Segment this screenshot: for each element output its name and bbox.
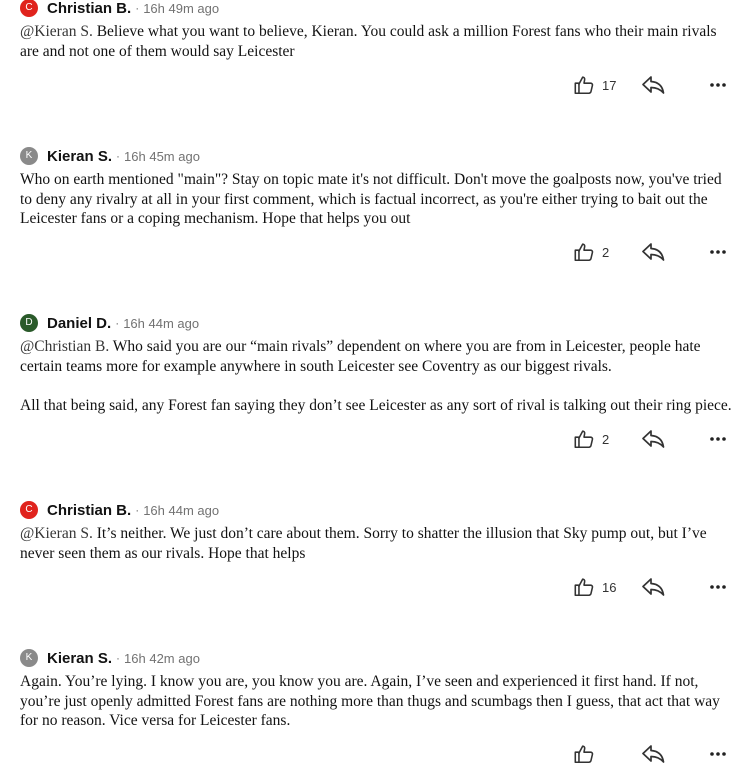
author-name[interactable]: Kieran S. [47, 148, 112, 165]
reply-button[interactable] [641, 428, 665, 450]
comment-actions: 17 [573, 74, 735, 98]
reply-arrow-icon [641, 74, 665, 96]
comment-text: Again. You’re lying. I know you are, you… [20, 673, 720, 729]
comment-header: K Kieran S. · 16h 45m ago [20, 146, 200, 166]
comment-body: Who on earth mentioned "main"? Stay on t… [20, 170, 735, 229]
comment-header: C Christian B. · 16h 44m ago [20, 500, 219, 520]
comment-actions: 2 [573, 428, 735, 452]
author-name[interactable]: Kieran S. [47, 650, 112, 667]
mention-link[interactable]: @Kieran S. [20, 23, 93, 40]
avatar[interactable]: C [20, 501, 38, 519]
reply-arrow-icon [641, 743, 665, 765]
like-button[interactable]: 17 [573, 74, 616, 96]
thumbs-up-icon [573, 743, 595, 765]
comment-header: K Kieran S. · 16h 42m ago [20, 648, 200, 668]
comment-paragraph: Who on earth mentioned "main"? Stay on t… [20, 170, 735, 229]
more-dots-icon [709, 576, 727, 598]
author-name[interactable]: Christian B. [47, 502, 131, 519]
reply-button[interactable] [641, 576, 665, 598]
timestamp: 16h 49m ago [143, 0, 220, 16]
reply-button[interactable] [641, 241, 665, 263]
like-count: 17 [602, 77, 617, 93]
avatar[interactable]: K [20, 649, 38, 667]
more-dots-icon [709, 743, 727, 765]
thumbs-up-icon [573, 428, 595, 450]
reply-arrow-icon [641, 241, 665, 263]
thumbs-up-icon [573, 241, 595, 263]
comment-text: It’s neither. We just don’t care about t… [20, 525, 707, 562]
comment-body: @Christian B. Who said you are our “main… [20, 337, 735, 415]
mention-link[interactable]: @Christian B. [20, 338, 109, 355]
comment-text: All that being said, any Forest fan sayi… [20, 396, 732, 414]
author-name[interactable]: Christian B. [47, 0, 131, 17]
comment-text: Who on earth mentioned "main"? Stay on t… [20, 171, 722, 227]
separator-dot: · [115, 316, 120, 330]
comment-header: D Daniel D. · 16h 44m ago [20, 313, 199, 333]
reply-button[interactable] [641, 743, 665, 765]
more-options-button[interactable] [709, 576, 727, 598]
like-button[interactable]: 2 [573, 241, 609, 263]
thumbs-up-icon [573, 74, 595, 96]
thumbs-up-icon [573, 576, 595, 598]
comment-paragraph: @Christian B. Who said you are our “main… [20, 337, 735, 376]
comment-body: @Kieran S. It’s neither. We just don’t c… [20, 524, 735, 563]
separator-dot: · [135, 1, 140, 15]
avatar[interactable]: D [20, 314, 38, 332]
timestamp: 16h 42m ago [124, 650, 200, 666]
separator-dot: · [116, 149, 121, 163]
comment-paragraph: @Kieran S. It’s neither. We just don’t c… [20, 524, 735, 563]
like-count: 16 [602, 579, 617, 595]
author-name[interactable]: Daniel D. [47, 315, 111, 332]
comment-header: C Christian B. · 16h 49m ago [20, 0, 219, 18]
comment-text: Who said you are our “main rivals” depen… [20, 338, 701, 375]
more-options-button[interactable] [709, 74, 727, 96]
reply-arrow-icon [641, 576, 665, 598]
reply-button[interactable] [641, 74, 665, 96]
more-options-button[interactable] [709, 241, 727, 263]
like-button[interactable]: 16 [573, 576, 616, 598]
comment-thread: C Christian B. · 16h 49m ago @Kieran S. … [0, 0, 741, 764]
comment-actions: 16 [573, 576, 735, 600]
comment-paragraph: Again. You’re lying. I know you are, you… [20, 672, 735, 731]
timestamp: 16h 44m ago [123, 315, 200, 331]
comment-body: Again. You’re lying. I know you are, you… [20, 672, 735, 731]
comment-paragraph: @Kieran S. Believe what you want to beli… [20, 22, 735, 61]
like-button[interactable]: 2 [573, 428, 609, 450]
mention-link[interactable]: @Kieran S. [20, 525, 93, 542]
like-count: 2 [602, 244, 610, 260]
comment-text: Believe what you want to believe, Kieran… [20, 23, 717, 60]
reply-arrow-icon [641, 428, 665, 450]
more-dots-icon [709, 241, 727, 263]
timestamp: 16h 45m ago [124, 148, 200, 164]
separator-dot: · [135, 503, 140, 517]
like-button[interactable] [573, 743, 602, 765]
more-options-button[interactable] [709, 743, 727, 765]
comment-body: @Kieran S. Believe what you want to beli… [20, 22, 735, 61]
like-count: 2 [602, 431, 610, 447]
more-dots-icon [709, 74, 727, 96]
avatar[interactable]: C [20, 0, 38, 17]
more-dots-icon [709, 428, 727, 450]
timestamp: 16h 44m ago [143, 502, 220, 518]
more-options-button[interactable] [709, 428, 727, 450]
comment-actions: 2 [573, 241, 735, 265]
avatar[interactable]: K [20, 147, 38, 165]
comment-actions [573, 743, 735, 767]
separator-dot: · [116, 651, 121, 665]
comment-paragraph: All that being said, any Forest fan sayi… [20, 396, 735, 416]
